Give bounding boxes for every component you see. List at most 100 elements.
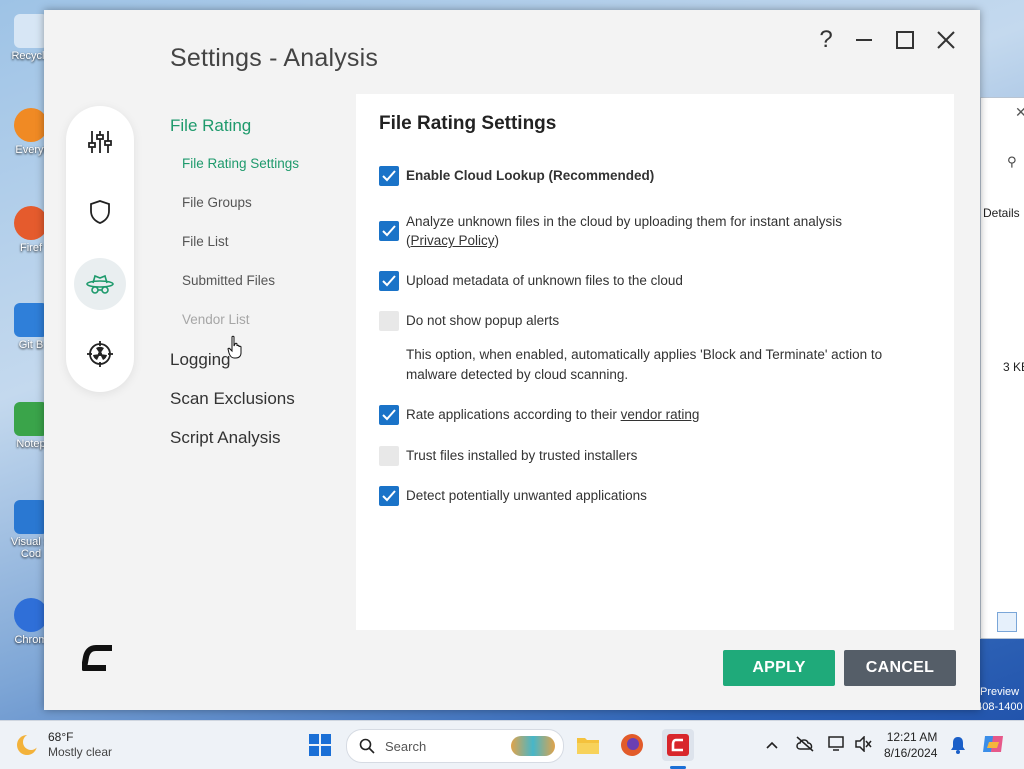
background-explorer-window[interactable]: ✕ ⚲ Details 3 KB [980, 97, 1024, 639]
option-label: Upload metadata of unknown files to the … [406, 273, 683, 288]
nav-section-scan-exclusions[interactable]: Scan Exclusions [170, 389, 295, 409]
onedrive-offline-icon[interactable] [794, 733, 816, 755]
settings-window: Settings - Analysis ? File Rating File R… [44, 10, 980, 710]
comodo-logo-icon [82, 645, 112, 671]
spy-hat-icon [86, 274, 114, 294]
clock-date: 8/16/2024 [884, 746, 938, 760]
nav-section-script-analysis[interactable]: Script Analysis [170, 428, 281, 448]
file-size-label: 3 KB [1003, 360, 1024, 374]
close-icon [937, 31, 955, 49]
background-close-icon[interactable]: ✕ [1015, 104, 1024, 121]
magnifier-icon [14, 108, 48, 142]
option-no-popup-alerts[interactable]: Do not show popup alerts [379, 311, 559, 331]
folder-icon [577, 738, 599, 754]
nav-item-file-rating-settings[interactable]: File Rating Settings [182, 156, 299, 171]
taskbar-file-explorer[interactable] [574, 731, 602, 759]
weather-widget[interactable]: 68°F Mostly clear [14, 727, 112, 763]
nav-section-logging[interactable]: Logging [170, 350, 231, 370]
search-placeholder: Search [385, 738, 427, 754]
nav-item-vendor-list[interactable]: Vendor List [182, 312, 250, 327]
maximize-icon [896, 31, 914, 49]
option-upload-metadata[interactable]: Upload metadata of unknown files to the … [379, 271, 683, 291]
preview-label: Preview [980, 686, 1020, 698]
minimize-icon [856, 39, 872, 41]
checkbox-checked[interactable] [379, 486, 399, 506]
minimize-button[interactable] [850, 26, 878, 54]
clock-time: 12:21 AM [886, 730, 938, 744]
option-label: Analyze unknown files in the cloud by up… [406, 214, 843, 229]
git-bash-icon [14, 303, 48, 337]
sliders-icon [88, 131, 112, 153]
maximize-button[interactable] [891, 26, 919, 54]
option-analyze-unknown-files[interactable]: Analyze unknown files in the cloud by up… [379, 212, 842, 250]
checkmark-icon [382, 275, 396, 287]
start-button[interactable] [306, 731, 334, 759]
taskbar-comodo[interactable] [662, 729, 694, 761]
mouse-cursor-icon [227, 335, 242, 359]
option-trust-installers[interactable]: Trust files installed by trusted install… [379, 446, 637, 466]
radiation-target-icon [87, 341, 113, 367]
recycle-bin-icon [14, 14, 48, 48]
cancel-button[interactable]: CANCEL [844, 650, 956, 686]
checkbox-unchecked[interactable] [379, 311, 399, 331]
nav-item-submitted-files[interactable]: Submitted Files [182, 273, 275, 288]
rail-item-threat[interactable] [74, 328, 126, 380]
nav-section-file-rating[interactable]: File Rating [170, 116, 251, 136]
rail-item-protection[interactable] [74, 186, 126, 238]
option-note: This option, when enabled, automatically… [406, 347, 883, 382]
rail-item-analysis[interactable] [74, 258, 126, 310]
search-icon [359, 738, 375, 754]
copilot-icon[interactable] [980, 731, 1006, 757]
weather-moon-icon [17, 734, 39, 755]
volume-mute-icon[interactable] [852, 733, 874, 755]
taskbar: 68°F Mostly clear Search 12:21 AM 8/16/2… [0, 720, 1024, 769]
option-label-wrap: Analyze unknown files in the cloud by up… [406, 214, 843, 248]
option-label: Do not show popup alerts [406, 313, 560, 328]
taskbar-search[interactable]: Search [346, 729, 564, 763]
option-label: Trust files installed by trusted install… [406, 448, 638, 463]
vendor-rating-link[interactable]: vendor rating [621, 407, 700, 422]
option-vendor-rating[interactable]: Rate applications according to their ven… [379, 405, 699, 425]
nav-item-file-groups[interactable]: File Groups [182, 195, 252, 210]
rail-item-settings[interactable] [74, 116, 126, 168]
checkmark-icon [382, 490, 396, 502]
clock[interactable]: 12:21 AM 8/16/2024 [884, 729, 937, 761]
close-button[interactable] [932, 26, 960, 54]
option-label: Enable Cloud Lookup (Recommended) [406, 168, 655, 183]
notepad-icon [14, 402, 48, 436]
privacy-policy-link[interactable]: Privacy Policy [411, 233, 495, 248]
nav-item-file-list[interactable]: File List [182, 234, 229, 249]
checkbox-checked[interactable] [379, 271, 399, 291]
taskbar-firefox[interactable] [618, 731, 646, 759]
option-enable-cloud-lookup[interactable]: Enable Cloud Lookup (Recommended) [379, 166, 654, 186]
apply-button[interactable]: APPLY [723, 650, 835, 686]
icon-rail [66, 106, 134, 392]
checkmark-icon [382, 170, 396, 182]
vscode-icon [14, 500, 48, 534]
checkbox-checked[interactable] [379, 166, 399, 186]
settings-panel: File Rating Settings Enable Cloud Lookup… [356, 94, 954, 630]
details-view-icon[interactable] [997, 612, 1017, 632]
notification-bell-icon[interactable] [948, 734, 968, 756]
firefox-icon [621, 734, 643, 756]
help-button[interactable]: ? [812, 26, 840, 54]
checkbox-unchecked[interactable] [379, 446, 399, 466]
weather-temp: 68°F [48, 730, 74, 744]
checkmark-icon [382, 409, 396, 421]
option-label-wrap: Rate applications according to their ven… [406, 405, 699, 424]
option-label: Detect potentially unwanted applications [406, 488, 647, 503]
tray-overflow-chevron-icon[interactable] [764, 735, 780, 755]
details-label: Details [983, 206, 1020, 220]
checkbox-checked[interactable] [379, 221, 399, 241]
chrome-icon [14, 598, 48, 632]
window-title: Settings - Analysis [170, 44, 379, 72]
weather-desc: Mostly clear [48, 745, 113, 759]
network-display-icon[interactable] [826, 733, 848, 755]
background-search-icon[interactable]: ⚲ [1007, 154, 1017, 170]
panel-heading: File Rating Settings [379, 113, 557, 134]
checkbox-checked[interactable] [379, 405, 399, 425]
windows-logo-icon [309, 734, 331, 756]
option-detect-pua[interactable]: Detect potentially unwanted applications [379, 486, 647, 506]
search-highlight-icon [511, 736, 555, 756]
checkmark-icon [382, 225, 396, 237]
